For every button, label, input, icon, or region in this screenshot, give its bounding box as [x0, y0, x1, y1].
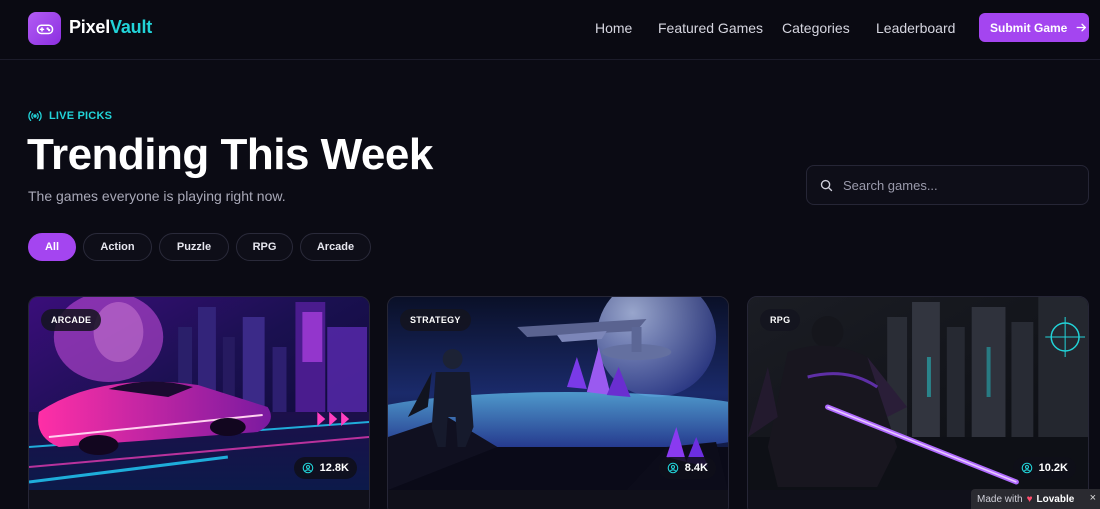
arrow-right-icon — [1076, 23, 1087, 32]
nav-featured-games[interactable]: Featured Games — [658, 20, 763, 36]
category-badge: ARCADE — [41, 309, 102, 331]
user-circle-icon — [1021, 462, 1032, 474]
game-card[interactable]: STRATEGY 8.4K — [387, 296, 729, 509]
logo[interactable] — [28, 12, 61, 45]
filter-action[interactable]: Action — [83, 233, 152, 261]
player-count: 12.8K — [293, 457, 357, 479]
player-count-value: 10.2K — [1038, 462, 1068, 474]
made-with-lovable-badge[interactable]: Made with ♥ Lovable × — [971, 489, 1100, 509]
nav-categories[interactable]: Categories — [782, 20, 850, 36]
filter-all[interactable]: All — [28, 233, 76, 261]
filter-puzzle[interactable]: Puzzle — [159, 233, 229, 261]
user-circle-icon — [667, 462, 679, 474]
search-input[interactable] — [843, 177, 1073, 193]
submit-game-button[interactable]: Submit Game — [979, 13, 1089, 42]
page-subtitle: The games everyone is playing right now. — [28, 188, 286, 204]
filter-arcade[interactable]: Arcade — [300, 233, 371, 261]
submit-game-label: Submit Game — [990, 20, 1068, 35]
user-circle-icon — [302, 462, 313, 474]
brand-name-part2: Vault — [110, 17, 153, 37]
player-count: 10.2K — [1012, 457, 1076, 479]
made-with-label: Made with — [977, 493, 1023, 505]
game-card[interactable]: RPG 10.2K — [747, 296, 1089, 509]
category-badge: STRATEGY — [400, 309, 471, 331]
category-badge: RPG — [760, 309, 801, 331]
close-icon[interactable]: × — [1090, 492, 1096, 504]
game-card[interactable]: ARCADE 12.8K — [28, 296, 370, 509]
filter-rpg[interactable]: RPG — [236, 233, 293, 261]
player-count: 8.4K — [658, 457, 716, 479]
live-picks-eyebrow: LIVE PICKS — [28, 110, 112, 122]
search-box[interactable] — [806, 165, 1089, 205]
card-footer — [388, 490, 728, 509]
nav-home[interactable]: Home — [595, 20, 632, 36]
search-icon — [820, 179, 833, 191]
eyebrow-label: LIVE PICKS — [49, 110, 113, 122]
lovable-heart-icon: ♥ — [1026, 493, 1033, 505]
gamepad-icon — [36, 24, 53, 34]
top-navbar: PixelVault Home Featured Games Categorie… — [0, 0, 1100, 60]
nav-leaderboard[interactable]: Leaderboard — [876, 20, 955, 36]
page-title: Trending This Week — [27, 130, 433, 179]
broadcast-icon — [28, 110, 42, 122]
brand-name[interactable]: PixelVault — [69, 17, 152, 38]
player-count-value: 8.4K — [684, 462, 708, 474]
brand-name-part1: Pixel — [69, 17, 111, 37]
player-count-value: 12.8K — [319, 462, 349, 474]
card-footer — [29, 490, 369, 509]
lovable-brand: Lovable — [1036, 493, 1075, 505]
